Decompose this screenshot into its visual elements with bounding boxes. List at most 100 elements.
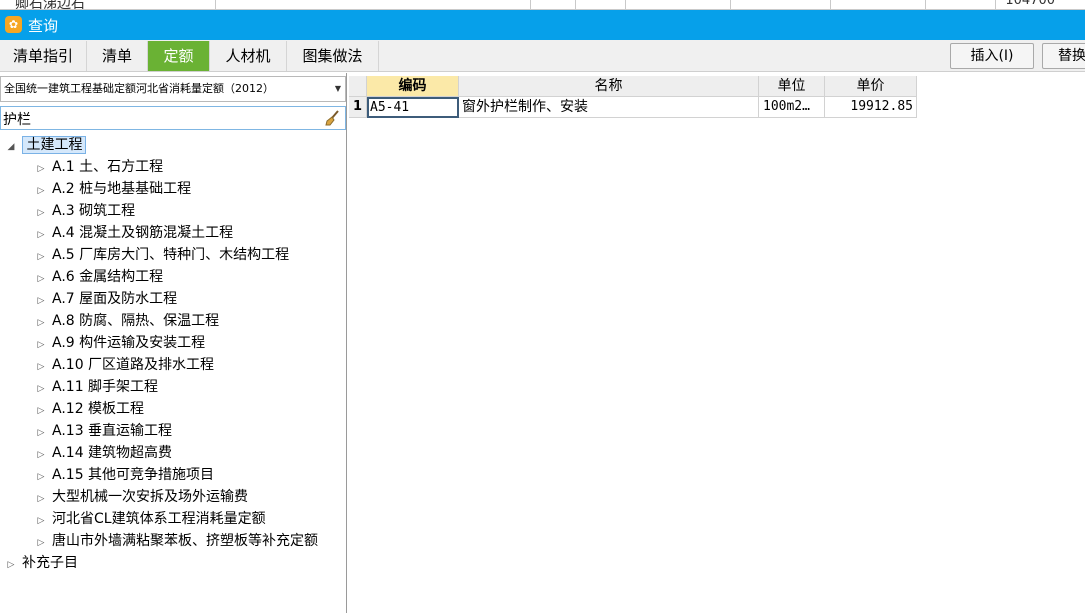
- tree-node-chapter[interactable]: ▷ 唐山市外墙满粘聚苯板、挤塑板等补充定额: [34, 530, 318, 552]
- tree-node-label: A.3 砌筑工程: [52, 203, 136, 219]
- window-title: 查询: [28, 17, 59, 35]
- tree-node-label: A.9 构件运输及安装工程: [52, 335, 206, 351]
- tree-node-label: 河北省CL建筑体系工程消耗量定额: [52, 511, 266, 527]
- collapsed-triangle-icon[interactable]: ▷: [4, 554, 18, 576]
- row-number: 1: [349, 97, 367, 118]
- collapsed-triangle-icon[interactable]: ▷: [34, 444, 48, 466]
- tree-node-chapter[interactable]: ▷ A.7 屋面及防水工程: [34, 288, 178, 312]
- tab-atlas-method[interactable]: 图集做法: [287, 41, 379, 71]
- background-text: 卿石涕边石: [15, 0, 85, 10]
- tree-root-civil-engineering[interactable]: ◢ 土建工程: [4, 134, 87, 158]
- table-header: 编码 名称 单位 单价: [349, 76, 917, 97]
- background-column-line: [575, 0, 576, 9]
- tab-bill[interactable]: 清单: [87, 41, 148, 71]
- tree-node-chapter[interactable]: ▷ A.15 其他可竞争措施项目: [34, 464, 215, 488]
- tree-node-label: 补充子目: [22, 555, 78, 571]
- tree-node-label: 土建工程: [22, 136, 87, 154]
- table-row[interactable]: 1 A5-41 窗外护栏制作、安装 100m2… 19912.85: [349, 97, 917, 118]
- row-number-header: [349, 76, 367, 97]
- tree-node-chapter[interactable]: ▷ A.3 砌筑工程: [34, 200, 136, 224]
- row-price-cell[interactable]: 19912.85: [825, 97, 917, 118]
- tree-node-chapter[interactable]: ▷ A.6 金属结构工程: [34, 266, 164, 290]
- tree-node-chapter[interactable]: ▷ A.11 脚手架工程: [34, 376, 159, 400]
- tree-node-label: A.2 桩与地基基础工程: [52, 181, 192, 197]
- tree-node-chapter[interactable]: ▷ A.9 构件运输及安装工程: [34, 332, 206, 356]
- tree-node-chapter[interactable]: ▷ 河北省CL建筑体系工程消耗量定额: [34, 508, 266, 530]
- search-input[interactable]: 护栏: [0, 106, 346, 130]
- tree-node-label: A.5 厂库房大门、特种门、木结构工程: [52, 247, 290, 263]
- tree-node-chapter[interactable]: ▷ A.2 桩与地基基础工程: [34, 178, 192, 202]
- background-column-line: [925, 0, 926, 9]
- app-icon: ✿: [5, 16, 22, 33]
- background-window-strip: 卿石涕边石 104700: [0, 0, 1085, 10]
- collapsed-triangle-icon[interactable]: ▷: [34, 158, 48, 180]
- chevron-down-icon[interactable]: ▼: [335, 77, 341, 101]
- collapsed-triangle-icon[interactable]: ▷: [34, 202, 48, 224]
- tree-node-chapter[interactable]: ▷ 大型机械一次安拆及场外运输费: [34, 486, 248, 508]
- background-column-line: [830, 0, 831, 9]
- tree-node-label: A.15 其他可竞争措施项目: [52, 467, 215, 483]
- quota-set-select[interactable]: 全国统一建筑工程基础定额河北省消耗量定额（2012） ▼: [0, 76, 346, 102]
- tree-node-chapter[interactable]: ▷ A.1 土、石方工程: [34, 156, 164, 180]
- collapsed-triangle-icon[interactable]: ▷: [34, 532, 48, 554]
- collapsed-triangle-icon[interactable]: ▷: [34, 356, 48, 378]
- column-header-price[interactable]: 单价: [825, 76, 917, 97]
- background-column-line: [215, 0, 216, 9]
- quota-tree-panel: 全国统一建筑工程基础定额河北省消耗量定额（2012） ▼ 护栏 ◢ 土建工程 ▷…: [0, 73, 347, 613]
- collapsed-triangle-icon[interactable]: ▷: [34, 378, 48, 400]
- collapsed-triangle-icon[interactable]: ▷: [34, 268, 48, 290]
- insert-button[interactable]: 插入(I): [950, 43, 1034, 69]
- collapsed-triangle-icon[interactable]: ▷: [34, 422, 48, 444]
- expanded-triangle-icon[interactable]: ◢: [4, 136, 18, 158]
- tree-node-chapter[interactable]: ▷ A.8 防腐、隔热、保温工程: [34, 310, 220, 334]
- tree-node-label: A.12 模板工程: [52, 401, 145, 417]
- tree-node-label: A.11 脚手架工程: [52, 379, 159, 395]
- tab-labor-material-machine[interactable]: 人材机: [210, 41, 287, 71]
- tab-quota[interactable]: 定额: [148, 41, 210, 71]
- collapsed-triangle-icon[interactable]: ▷: [34, 180, 48, 202]
- tree-node-chapter[interactable]: ▷ A.4 混凝土及钢筋混凝土工程: [34, 222, 234, 246]
- title-bar[interactable]: ✿ 查询: [0, 10, 1085, 40]
- collapsed-triangle-icon[interactable]: ▷: [34, 400, 48, 422]
- tree-node-chapter[interactable]: ▷ A.10 厂区道路及排水工程: [34, 354, 215, 378]
- collapsed-triangle-icon[interactable]: ▷: [34, 290, 48, 312]
- collapsed-triangle-icon[interactable]: ▷: [34, 334, 48, 356]
- background-column-line: [625, 0, 626, 9]
- tab-bar: 清单指引 清单 定额 人材机 图集做法 插入(I) 替换: [0, 40, 1085, 72]
- background-column-line: [730, 0, 731, 9]
- collapsed-triangle-icon[interactable]: ▷: [34, 466, 48, 488]
- tree-node-label: A.10 厂区道路及排水工程: [52, 357, 215, 373]
- tab-bill-guide[interactable]: 清单指引: [0, 41, 87, 71]
- collapsed-triangle-icon[interactable]: ▷: [34, 312, 48, 334]
- tree-node-label: A.7 屋面及防水工程: [52, 291, 178, 307]
- tree-node-label: A.13 垂直运输工程: [52, 423, 173, 439]
- clear-brush-icon[interactable]: [323, 109, 341, 127]
- tree-node-label: A.6 金属结构工程: [52, 269, 164, 285]
- row-code-cell[interactable]: A5-41: [367, 97, 459, 118]
- column-header-unit[interactable]: 单位: [759, 76, 825, 97]
- tree-node-label: A.1 土、石方工程: [52, 159, 164, 175]
- tree-node-label: 大型机械一次安拆及场外运输费: [52, 489, 248, 505]
- tree-node-chapter[interactable]: ▷ A.5 厂库房大门、特种门、木结构工程: [34, 244, 290, 268]
- collapsed-triangle-icon[interactable]: ▷: [34, 488, 48, 510]
- replace-button[interactable]: 替换: [1042, 43, 1085, 69]
- tree-node-label: A.8 防腐、隔热、保温工程: [52, 313, 220, 329]
- row-name-cell[interactable]: 窗外护栏制作、安装: [459, 97, 759, 118]
- collapsed-triangle-icon[interactable]: ▷: [34, 510, 48, 532]
- quota-set-value: 全国统一建筑工程基础定额河北省消耗量定额（2012）: [4, 82, 274, 95]
- tree-node-label: 唐山市外墙满粘聚苯板、挤塑板等补充定额: [52, 533, 318, 549]
- tree-node-chapter[interactable]: ▷ A.12 模板工程: [34, 398, 145, 422]
- column-header-name[interactable]: 名称: [459, 76, 759, 97]
- background-column-line: [530, 0, 531, 9]
- background-column-line: [995, 0, 996, 9]
- search-value: 护栏: [3, 112, 31, 128]
- collapsed-triangle-icon[interactable]: ▷: [34, 246, 48, 268]
- collapsed-triangle-icon[interactable]: ▷: [34, 224, 48, 246]
- tree-node-label: A.4 混凝土及钢筋混凝土工程: [52, 225, 234, 241]
- tree-node-chapter[interactable]: ▷ A.13 垂直运输工程: [34, 420, 173, 444]
- tree-node-chapter[interactable]: ▷ A.14 建筑物超高费: [34, 442, 173, 466]
- tree-root-supplementary[interactable]: ▷ 补充子目: [4, 552, 78, 574]
- column-header-code[interactable]: 编码: [367, 76, 459, 97]
- background-number: 104700: [1005, 0, 1055, 8]
- row-unit-cell[interactable]: 100m2…: [759, 97, 825, 118]
